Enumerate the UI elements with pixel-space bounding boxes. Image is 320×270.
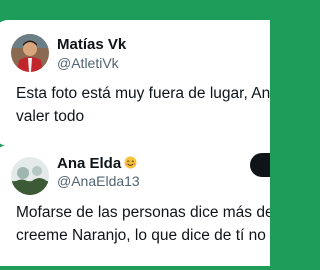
avatar[interactable] [11, 157, 49, 195]
more-options-button[interactable] [250, 153, 270, 177]
user-handle[interactable]: @AtletiVk [57, 55, 119, 71]
post-card-matias[interactable]: Matías Vk @AtletiVk Esta foto está muy f… [0, 20, 270, 146]
user-handle[interactable]: @AnaElda13 [57, 173, 140, 189]
avatar-image [11, 157, 49, 195]
avatar-image [11, 34, 49, 72]
post-text-line: valer todo [16, 108, 85, 125]
post-text-line: Esta foto está muy fuera de lugar, Anton [16, 85, 270, 102]
post-text: Esta foto está muy fuera de lugar, Anton… [16, 82, 270, 128]
post-text: Mofarse de las personas dice más de tí, … [16, 201, 270, 247]
display-name-text: Ana Elda [57, 155, 122, 172]
post-card-ana[interactable]: Ana Elda @AnaElda13 Mofarse de las perso… [0, 145, 270, 266]
display-name[interactable]: Ana Elda [57, 155, 137, 172]
avatar[interactable] [11, 34, 49, 72]
smiling-face-emoji-icon [124, 156, 137, 169]
post-text-line: creeme Naranjo, lo que dice de tí no es … [16, 227, 270, 244]
screenshot-stage: Matías Vk @AtletiVk Esta foto está muy f… [0, 0, 270, 270]
post-text-line: Mofarse de las personas dice más de tí, … [16, 204, 270, 221]
display-name[interactable]: Matías Vk [57, 36, 126, 53]
